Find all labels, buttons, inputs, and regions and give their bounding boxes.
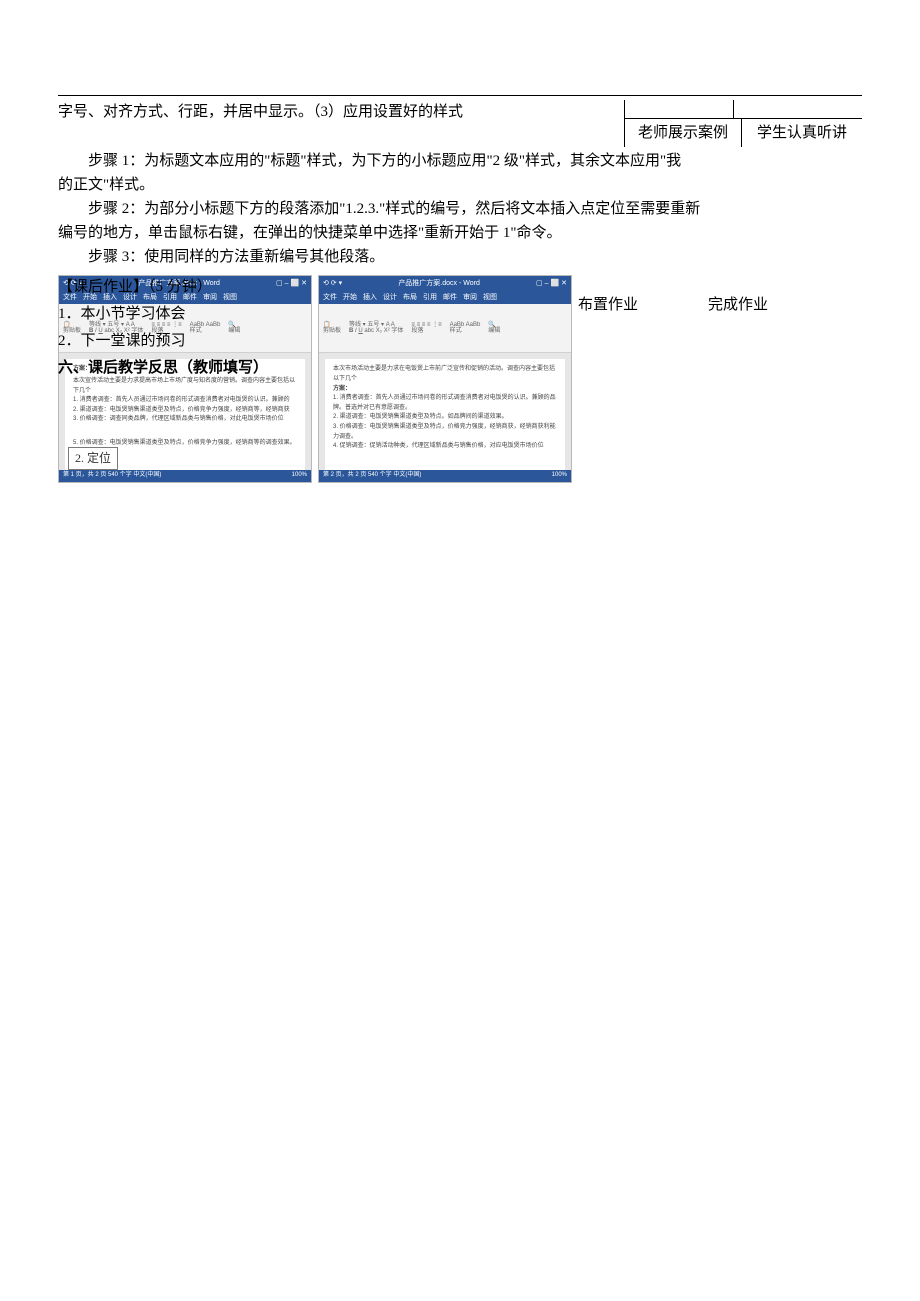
foreground-text: 【课后作业】（5 分钟） 1．本小节学习体会 2．下一堂课的预习 六、课后教学反… bbox=[58, 275, 578, 380]
reflection-heading: 六、课后教学反思（教师填写） bbox=[58, 356, 578, 380]
step-2-line-a: 步骤 2：为部分小标题下方的段落添加"1.2.3."样式的编号，然后将文本插入点… bbox=[58, 197, 862, 221]
doc2-line3: 3. 价格调查：电饭煲销售渠道类型及特点，价格竞力强度，经销商获，经销商获利能力… bbox=[333, 423, 557, 442]
assign-homework: 布置作业 bbox=[578, 293, 708, 317]
teacher-cell: 老师展示案例 bbox=[625, 119, 742, 147]
doc2-line4: 4. 促销调查：促销活动种类，代理区域新品类与销售价格，对应电饭煲市场价位 bbox=[333, 442, 557, 452]
doc1-line4: 3. 价格调查：调查同类品牌，代理区域新品类与销售价格，对此电饭煲市场价位 bbox=[73, 415, 297, 425]
homework-item-1: 1．本小节学习体会 bbox=[58, 302, 578, 326]
top-rule bbox=[58, 95, 862, 96]
finish-homework: 完成作业 bbox=[708, 293, 818, 317]
doc2-line2: 2. 渠道调查：电饭煲销售渠道类型及特点。如品牌间的渠道效果。 bbox=[333, 413, 557, 423]
doc1-line2: 1. 消费者调查：首先人员通过市场问卷的形式调查消费者对电饭煲的认识。兼顾的 bbox=[73, 396, 297, 406]
step-3: 步骤 3：使用同样的方法重新编号其他段落。 bbox=[58, 245, 862, 269]
doc2-line1: 1. 消费者调查：首先人员通过市场问卷的形式调查消费者对电饭煲的认识。兼顾的品牌… bbox=[333, 394, 557, 413]
continuation-text: 字号、对齐方式、行距，并居中显示。（3）应用设置好的样式 bbox=[58, 100, 624, 147]
callout-locate: 2. 定位 bbox=[68, 447, 118, 470]
step-1-line-a: 步骤 1：为标题文本应用的"标题"样式，为下方的小标题应用"2 级"样式，其余文… bbox=[58, 149, 862, 173]
side-table: 老师展示案例 学生认真听讲 bbox=[624, 100, 862, 147]
steps-block: 步骤 1：为标题文本应用的"标题"样式，为下方的小标题应用"2 级"样式，其余文… bbox=[58, 149, 862, 269]
doc1-line3: 2. 渠道调查：电饭煲销售渠道类型及特点，价格竞争力强度，经销商等，经销商获 bbox=[73, 406, 297, 416]
step-1-line-b: 的正文"样式。 bbox=[58, 173, 862, 197]
statusbar-2: 第 2 页，共 2 页 540 个字 中文(中国) bbox=[323, 471, 421, 481]
homework-item-2: 2．下一堂课的预习 bbox=[58, 329, 578, 353]
homework-side: 布置作业 完成作业 bbox=[578, 275, 862, 317]
homework-title: 【课后作业】（5 分钟） bbox=[58, 275, 578, 299]
student-cell: 学生认真听讲 bbox=[742, 119, 862, 147]
header-row: 字号、对齐方式、行距，并居中显示。（3）应用设置好的样式 老师展示案例 学生认真… bbox=[58, 100, 862, 147]
step-2-line-b: 编号的地方，单击鼠标右键，在弹出的快捷菜单中选择"重新开始于 1"命令。 bbox=[58, 221, 862, 245]
statusbar-1: 第 1 页，共 2 页 540 个字 中文(中国) bbox=[63, 471, 161, 481]
doc2-sub: 方案： bbox=[333, 385, 557, 395]
